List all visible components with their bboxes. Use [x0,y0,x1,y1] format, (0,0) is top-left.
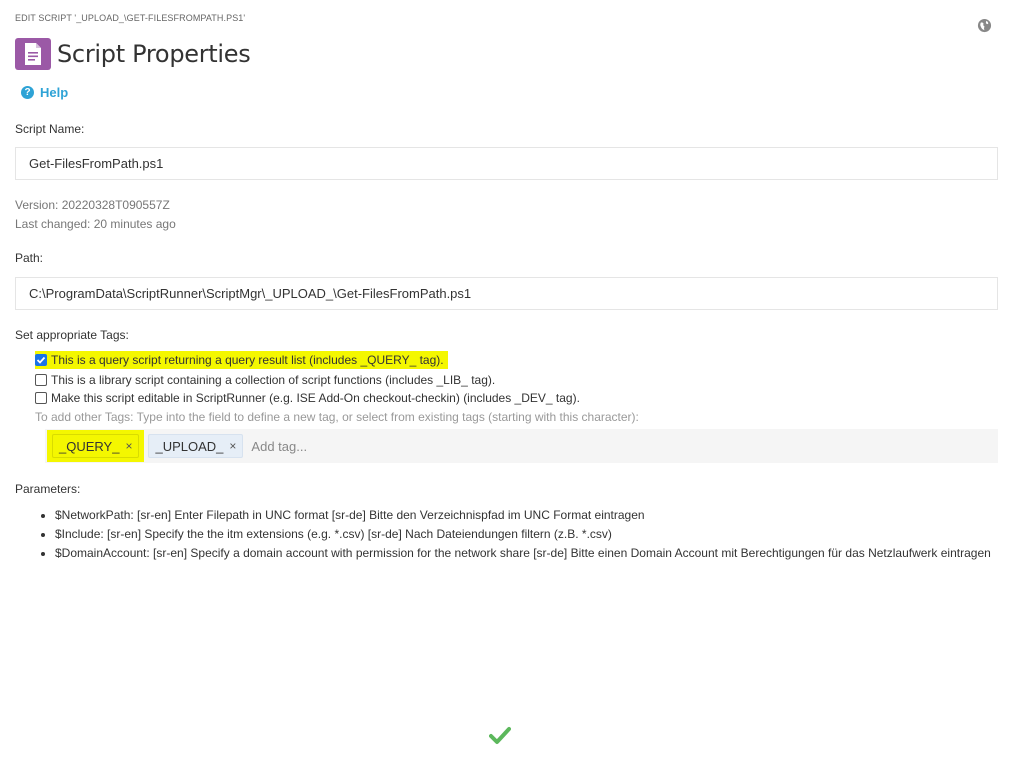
editable-script-option[interactable]: Make this script editable in ScriptRunne… [35,391,580,405]
document-icon [15,38,51,70]
globe-icon[interactable] [977,18,992,33]
library-script-option[interactable]: This is a library script containing a co… [35,373,495,387]
path-label: Path: [15,251,44,265]
query-script-checkbox[interactable] [35,354,47,366]
library-script-label: This is a library script containing a co… [51,373,496,387]
editable-script-checkbox[interactable] [35,392,47,404]
path-field[interactable]: C:\ProgramData\ScriptRunner\ScriptMgr\_U… [15,277,998,310]
checkmark-icon[interactable] [489,726,511,746]
editable-script-label: Make this script editable in ScriptRunne… [51,391,580,405]
parameters-list: $NetworkPath: [sr-en] Enter Filepath in … [37,506,995,563]
tag-remove-icon[interactable]: × [229,439,236,453]
breadcrumb: EDIT SCRIPT '_UPLOAD_\GET-FILESFROMPATH.… [15,13,246,23]
version-text: Version: 20220328T090557Z [15,198,170,212]
tag-query[interactable]: _QUERY_ × [52,434,140,458]
last-changed-text: Last changed: 20 minutes ago [15,217,176,231]
tag-highlight: _QUERY_ × [47,430,145,462]
add-tag-input[interactable] [249,437,454,455]
tag-label: _UPLOAD_ [155,438,224,454]
parameter-item: $NetworkPath: [sr-en] Enter Filepath in … [55,506,995,525]
tag-upload[interactable]: _UPLOAD_ × [148,434,244,458]
tags-label: Set appropriate Tags: [15,328,129,342]
help-circle-icon: ? [21,86,34,99]
help-label: Help [40,85,69,100]
script-name-label: Script Name: [15,122,85,136]
page-title: Script Properties [57,40,251,68]
tag-input-bar[interactable]: _QUERY_ × _UPLOAD_ × [45,429,998,463]
parameter-item: $Include: [sr-en] Specify the the itm ex… [55,525,995,544]
tags-hint: To add other Tags: Type into the field t… [35,410,639,424]
query-script-label: This is a query script returning a query… [51,353,444,367]
parameters-label: Parameters: [15,482,81,496]
query-script-option[interactable]: This is a query script returning a query… [35,351,448,369]
script-name-field[interactable]: Get-FilesFromPath.ps1 [15,147,998,180]
tag-remove-icon[interactable]: × [125,439,132,453]
parameter-item: $DomainAccount: [sr-en] Specify a domain… [55,544,995,563]
page-header: Script Properties [15,38,251,70]
library-script-checkbox[interactable] [35,374,47,386]
tag-label: _QUERY_ [59,438,120,454]
help-link[interactable]: ? Help [21,85,68,100]
